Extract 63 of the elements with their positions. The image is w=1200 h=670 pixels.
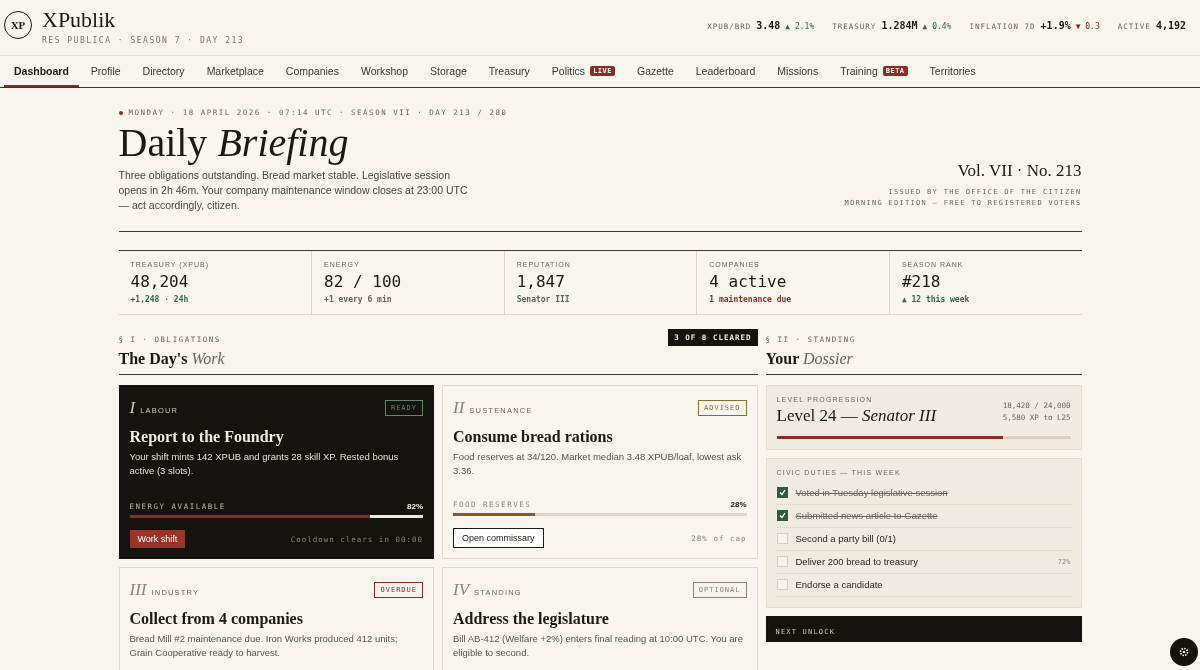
ticker-value: 1.284M xyxy=(881,20,918,31)
ticker-change: ▲ 2.1% xyxy=(785,22,815,31)
ticker-change: ▲ 0.4% xyxy=(922,22,952,31)
task-numeral: IV xyxy=(453,580,470,600)
task-title: Collect from 4 companies xyxy=(129,610,304,628)
nav-tab[interactable]: Workshop xyxy=(350,56,419,87)
stat-note: ▲ 12 this week xyxy=(901,295,970,304)
nav-tab[interactable]: Companies xyxy=(275,56,349,87)
nav-tab[interactable]: Leaderboard xyxy=(685,56,766,87)
task-description: Food reserves at 34/120. Market median 3.48 XPUB/loaf, lowest ask 3.36. xyxy=(453,450,743,478)
settings-button[interactable] xyxy=(1170,638,1198,666)
stat-note: Senator III xyxy=(516,295,570,304)
task-description: Bread Mill #2 maintenance due. Iron Works produced 412 units; Grain Cooperative ready to harvest. xyxy=(129,632,399,660)
task-title: Consume bread rations xyxy=(453,428,614,446)
ticker-value: 4,192 xyxy=(1155,20,1186,31)
stat-value: #218 xyxy=(901,272,942,291)
task-description: Your shift mints 142 XPUB and grants 28 skill XP. Rested bonus active (3 slots). xyxy=(129,450,400,478)
briefing-summary: Three obligations outstanding. Bread market stable. Legislative session opens in 2h 46m. Your company maintenance window closes at 23:00 UTC — act accordingly, citizen. xyxy=(118,168,469,213)
duty-label: Voted in Tuesday legislative session xyxy=(795,487,949,498)
task-title: Report to the Foundry xyxy=(129,428,285,446)
action-button[interactable]: Work shift xyxy=(129,530,186,548)
checkbox[interactable] xyxy=(776,510,788,521)
nav-tab[interactable]: Storage xyxy=(420,56,477,87)
settings-icon xyxy=(1178,646,1190,658)
tagline: RES PUBLICA · SEASON 7 · DAY 213 xyxy=(42,36,245,45)
stat-note: 1 maintenance due xyxy=(709,295,792,304)
status-dot xyxy=(118,110,123,115)
meter-reading: 82% xyxy=(407,502,423,511)
stat-value: 82 / 100 xyxy=(324,272,403,291)
nav-tab[interactable]: Territories xyxy=(919,56,986,87)
section-title: Your Dossier xyxy=(765,350,854,368)
stat-note: +1 every 6 min xyxy=(324,295,392,304)
action-button[interactable]: Open commissary xyxy=(453,528,544,548)
duty-label: Endorse a candidate xyxy=(795,579,884,590)
task-numeral: II xyxy=(453,398,465,418)
stat-value: 1,847 xyxy=(516,272,566,291)
app-name: XPublik xyxy=(42,8,117,32)
checkbox[interactable] xyxy=(776,487,788,498)
nav-tab[interactable]: Treasury xyxy=(478,56,540,87)
stat-note: +1,248 · 24h xyxy=(130,295,189,304)
volume-number: Vol. VII · No. 213 xyxy=(957,161,1082,181)
ticker-change: ▼ 0.3 xyxy=(1075,22,1100,31)
nav-tab[interactable]: Missions xyxy=(767,56,829,87)
nav-tab[interactable]: Marketplace xyxy=(196,56,274,87)
task-title: Address the legislature xyxy=(453,610,610,628)
section-title: The Day's Work xyxy=(118,350,225,368)
task-description: Bill AB-412 (Welfare +2%) enters final reading at 10:00 UTC. You are eligible to second. xyxy=(453,632,744,660)
stat-value: 48,204 xyxy=(130,272,190,291)
task-numeral: I xyxy=(129,398,136,418)
level-title: Level 24 — Senator III xyxy=(776,406,937,426)
ticker-value: +1.9% xyxy=(1040,20,1071,31)
page-title: Daily Briefing xyxy=(118,121,350,165)
nav-tab[interactable]: Directory xyxy=(132,56,195,87)
nav-tab[interactable]: Gazette xyxy=(627,56,684,87)
duty-label: Deliver 200 bread to treasury xyxy=(795,556,919,567)
nav-tab[interactable]: Profile xyxy=(80,56,131,87)
duty-label: Submitted news article to Gazette xyxy=(795,510,939,521)
duty-label: Second a party bill (0/1) xyxy=(795,533,897,544)
nav-tab[interactable]: Dashboard xyxy=(4,56,79,87)
meter-reading: 28% xyxy=(730,500,747,509)
ticker-value: 3.48 xyxy=(756,20,781,31)
stat-value: 4 active xyxy=(709,272,788,291)
task-numeral: III xyxy=(129,580,147,600)
